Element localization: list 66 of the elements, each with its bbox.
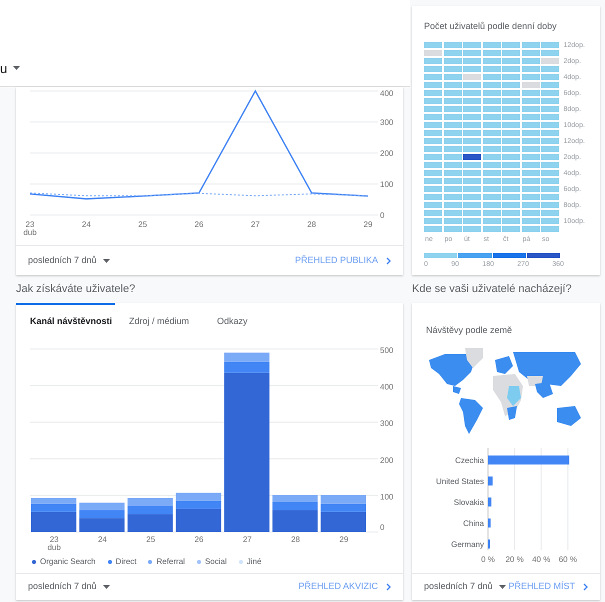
axis-tick-label: 25: [146, 535, 156, 544]
axis-tick-label: 300: [380, 419, 394, 428]
axis-tick-label: 20 %: [506, 555, 524, 564]
axis-tick-label: 24: [98, 535, 107, 544]
legend-label: Jiné: [246, 556, 262, 568]
axis-tick-label: 40 %: [532, 555, 550, 564]
caret-icon: [498, 585, 506, 589]
country-label: United States: [436, 477, 484, 486]
bar-segment: [224, 352, 270, 362]
axis-tick-label: 28: [291, 535, 300, 544]
axis-tick-label: 100: [380, 492, 394, 502]
legend-label: Direct: [116, 556, 136, 568]
section-heading: Kde se vaši uživatelé nacházejí?: [412, 282, 572, 297]
date-range-dropdown[interactable]: posledních 7 dnů: [28, 254, 110, 268]
tab[interactable]: Zdroj / médium: [115, 303, 204, 339]
tab[interactable]: Odkazy: [203, 303, 262, 339]
card-title: Počet uživatelů podle denní doby: [424, 20, 558, 33]
country-bar: [488, 498, 492, 506]
chevron-right-icon: [386, 256, 391, 264]
axis-tick-label: 24: [82, 220, 91, 229]
axis-tick-label: 400: [380, 89, 394, 98]
country-bar: [488, 518, 491, 528]
legend-label: Social: [204, 556, 227, 568]
month-label: dub: [23, 228, 37, 237]
country-label: China: [463, 519, 484, 528]
axis-tick-label: 0 %: [481, 555, 495, 564]
month-label: dub: [47, 543, 61, 551]
date-range-dropdown[interactable]: posledních 7 dnů: [28, 580, 110, 594]
axis-tick-label: 29: [364, 220, 372, 229]
caret-icon: [102, 258, 110, 262]
axis-tick-label: 27: [250, 220, 260, 229]
axis-tick-label: 500: [380, 346, 394, 355]
axis-tick-label: 200: [380, 149, 394, 158]
axis-tick-label: 23: [26, 220, 34, 229]
bar-segment: [176, 492, 222, 501]
legend-label: Referral: [156, 556, 185, 568]
section-heading: Jak získáváte uživatele?: [16, 282, 136, 297]
axis-tick-label: 0: [380, 211, 384, 220]
tab[interactable]: Kanál návštěvnosti: [16, 303, 115, 339]
country-label: Czechia: [455, 456, 484, 465]
caret-icon: [102, 585, 110, 589]
axis-tick-label: 0: [380, 523, 384, 532]
axis-tick-label: 26: [194, 220, 204, 229]
axis-tick-label: 28: [307, 220, 316, 229]
legend-label: Organic Search: [40, 556, 96, 568]
axis-tick-label: 29: [339, 535, 348, 544]
country-label: Germany: [451, 540, 484, 549]
chevron-right-icon: [386, 583, 391, 591]
axis-tick-label: 200: [380, 456, 394, 465]
axis-tick-label: 100: [380, 180, 394, 189]
axis-tick-label: 25: [138, 220, 148, 229]
bar-segment: [320, 495, 366, 504]
bar-segment: [128, 498, 173, 506]
chevron-right-icon: [583, 583, 588, 591]
country-bar: [488, 476, 493, 486]
axis-tick-label: 23: [50, 535, 59, 544]
country-label: Slovakia: [454, 498, 484, 507]
axis-tick-label: 26: [194, 535, 204, 544]
caret-icon: [13, 66, 20, 70]
view-selector[interactable]: u: [0, 58, 20, 78]
axis-tick-label: 300: [380, 118, 394, 127]
date-range-dropdown[interactable]: posledních 7 dnů: [424, 580, 506, 594]
axis-tick-label: 27: [242, 535, 252, 544]
axis-tick-label: 60 %: [558, 555, 577, 564]
card-title: Návštěvy podle země: [426, 325, 512, 335]
axis-tick-label: 400: [380, 382, 394, 392]
